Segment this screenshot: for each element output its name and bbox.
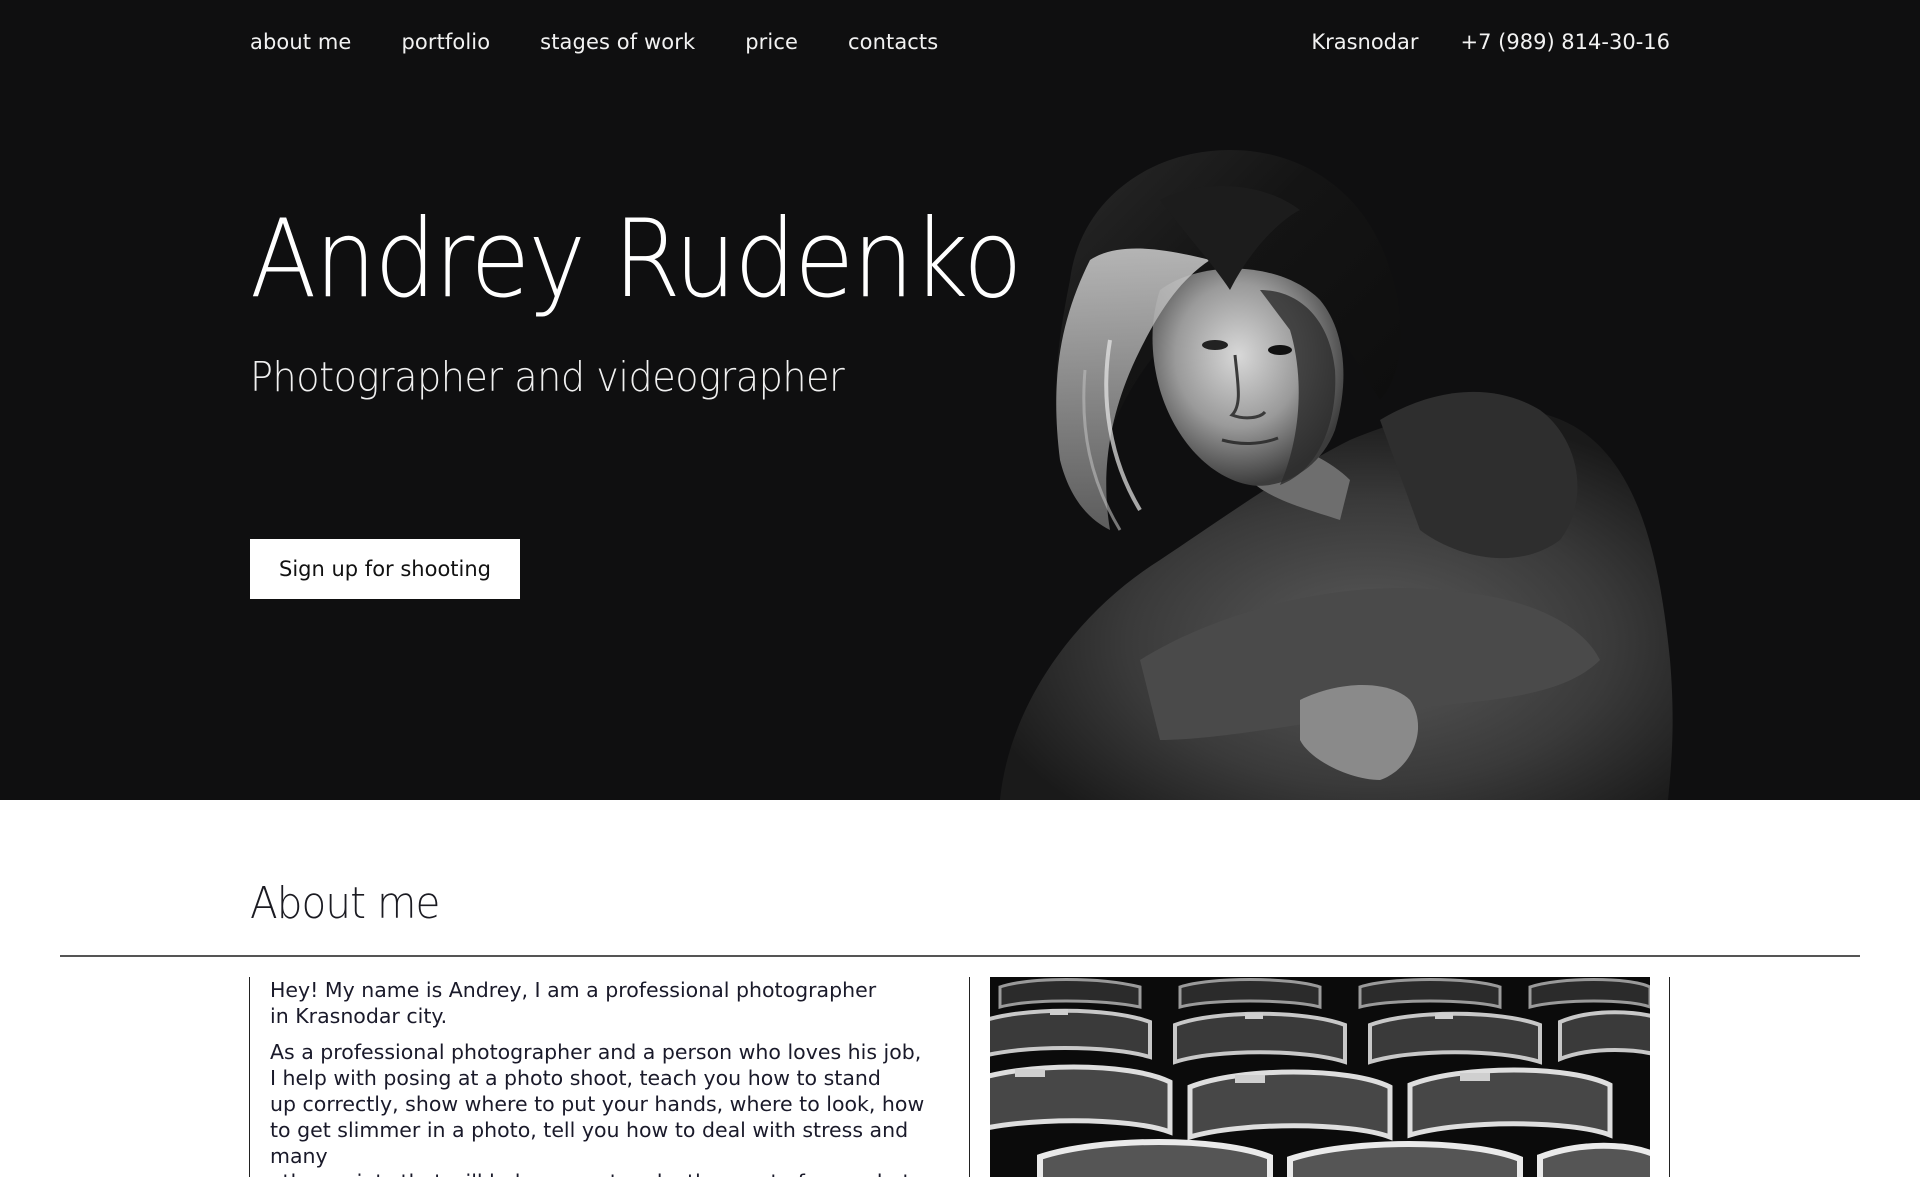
phone-link[interactable]: +7 (989) 814-30-16: [1461, 30, 1670, 54]
seats-illustration: [990, 977, 1650, 1177]
nav-stages-of-work[interactable]: stages of work: [540, 30, 695, 54]
about-column-divider: [969, 977, 970, 1177]
city-label: Krasnodar: [1311, 30, 1419, 54]
portrait-photo: [1000, 150, 1673, 800]
nav-price[interactable]: price: [745, 30, 798, 54]
hero-subtitle: Photographer and videographer: [250, 353, 845, 401]
sign-up-button[interactable]: Sign up for shooting: [250, 539, 520, 599]
hero-title: Andrey Rudenko: [250, 197, 1023, 322]
about-body: As a professional photographer and a per…: [270, 1040, 925, 1177]
about-text: Hey! My name is Andrey, I am a professio…: [270, 977, 960, 1177]
nav-contacts[interactable]: contacts: [848, 30, 938, 54]
nav-portfolio[interactable]: portfolio: [401, 30, 490, 54]
hero-section: about me portfolio stages of work price …: [0, 0, 1920, 800]
header-contacts: Krasnodar +7 (989) 814-30-16: [1311, 30, 1670, 54]
about-intro: Hey! My name is Andrey, I am a professio…: [270, 978, 877, 1028]
nav-about-me[interactable]: about me: [250, 30, 351, 54]
theater-seats-photo: [990, 977, 1650, 1177]
main-nav: about me portfolio stages of work price …: [250, 30, 938, 54]
about-heading: About me: [250, 878, 440, 929]
section-divider: [60, 955, 1860, 957]
